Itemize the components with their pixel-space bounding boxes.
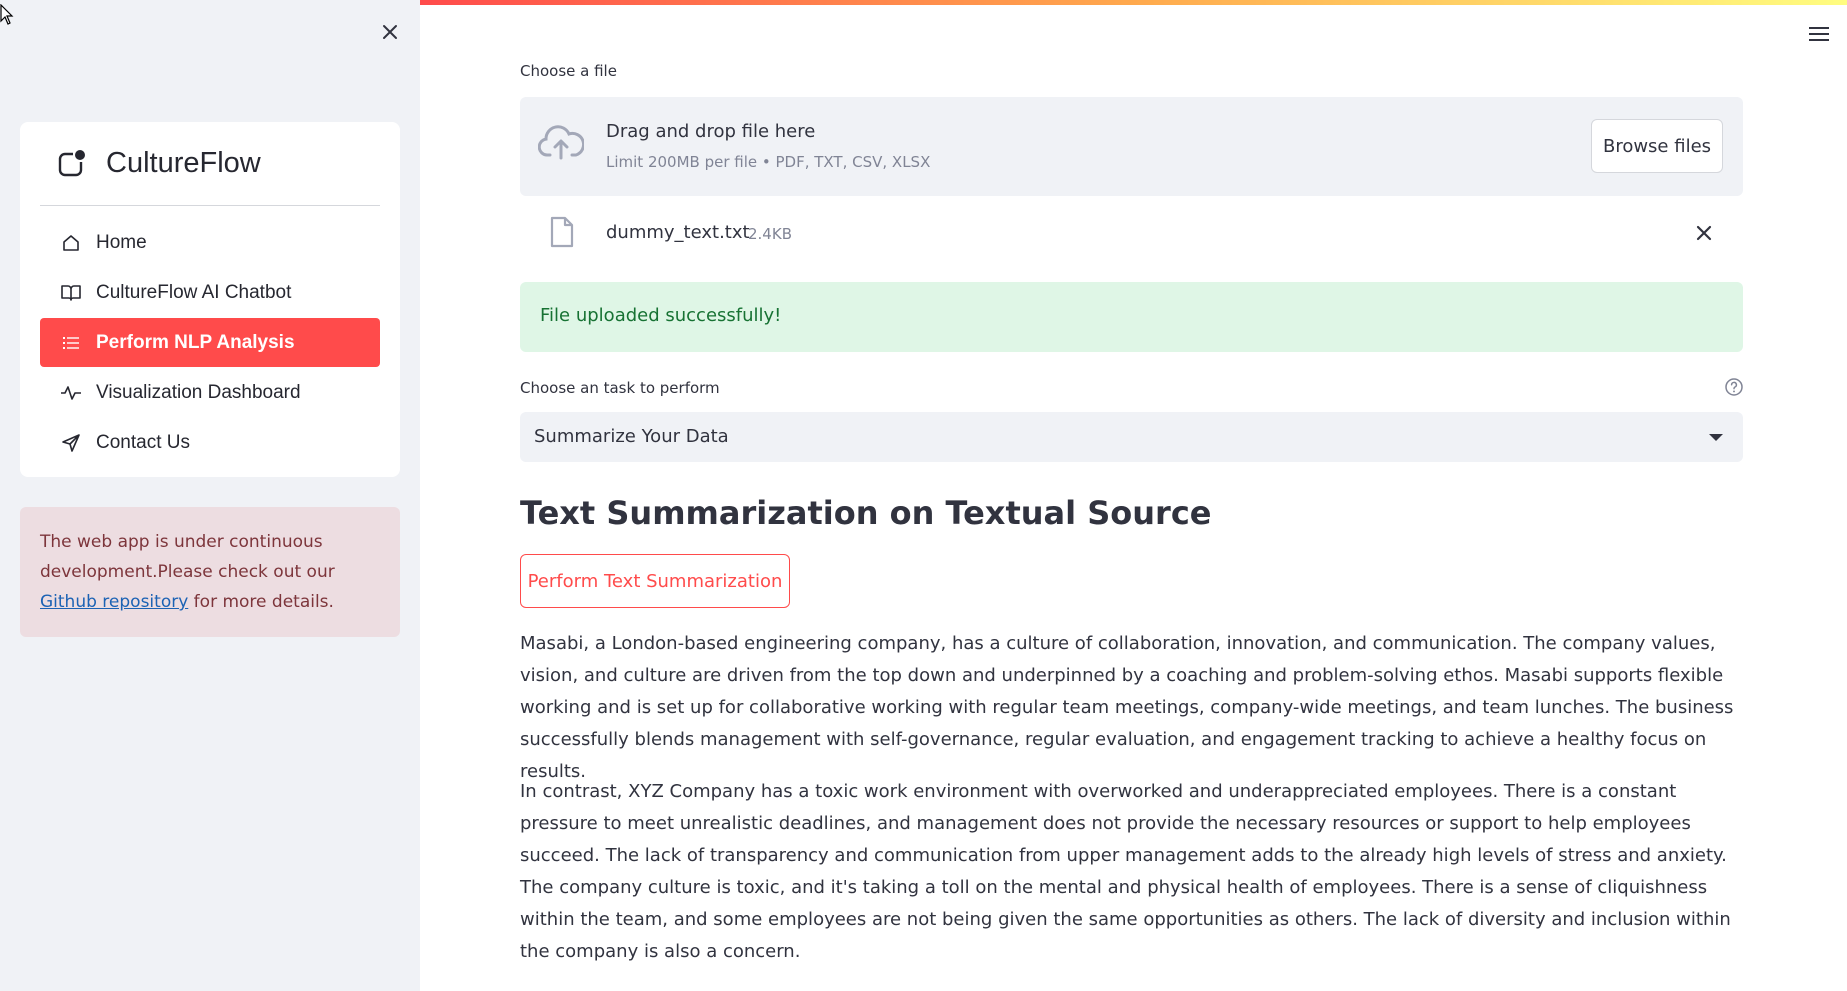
browse-files-button[interactable]: Browse files: [1591, 119, 1723, 173]
sidebar-item-chatbot[interactable]: CultureFlow AI Chatbot: [40, 268, 380, 317]
dropzone-title: Drag and drop file here: [606, 121, 816, 142]
list-icon: [60, 332, 82, 354]
home-icon: [60, 232, 82, 254]
sidebar-item-label: Perform NLP Analysis: [96, 331, 295, 353]
main-menu-button[interactable]: [1807, 24, 1831, 44]
sidebar-item-home[interactable]: Home: [40, 218, 380, 267]
sidebar: CultureFlow Home CultureFlow AI Chatbot …: [0, 0, 420, 991]
book-icon: [60, 282, 82, 304]
header-decoration-bar: [420, 0, 1847, 5]
notice-text-after: for more details.: [188, 592, 334, 612]
uploaded-file-row: dummy_text.txt 2.4KB: [520, 210, 1743, 256]
source-paragraph-2: In contrast, XYZ Company has a toxic wor…: [520, 781, 1731, 962]
send-icon: [60, 432, 82, 454]
help-icon[interactable]: [1724, 377, 1744, 397]
task-select[interactable]: Summarize Your Data: [520, 412, 1743, 462]
notice-text-before: The web app is under continuous developm…: [40, 532, 335, 582]
cloud-upload-icon: [538, 125, 584, 160]
section-title: Text Summarization on Textual Source: [520, 494, 1212, 532]
sidebar-item-label: Contact Us: [96, 431, 190, 453]
task-select-value: Summarize Your Data: [534, 426, 729, 447]
brand-title: CultureFlow: [106, 147, 261, 179]
success-alert: File uploaded successfully!: [520, 282, 1743, 352]
uploaded-file-size: 2.4KB: [748, 225, 792, 243]
uploaded-file-name: dummy_text.txt: [606, 222, 750, 243]
sidebar-item-label: Visualization Dashboard: [96, 381, 301, 403]
sidebar-item-label: Home: [96, 231, 147, 253]
remove-file-icon[interactable]: [1692, 221, 1716, 245]
dropzone-limit: Limit 200MB per file • PDF, TXT, CSV, XL…: [606, 153, 931, 171]
sidebar-item-contact[interactable]: Contact Us: [40, 418, 380, 467]
task-select-label: Choose an task to perform: [520, 379, 720, 397]
chevron-down-icon: [1709, 434, 1723, 441]
nav-menu: CultureFlow Home CultureFlow AI Chatbot …: [20, 122, 400, 477]
source-paragraph-1: Masabi, a London-based engineering compa…: [520, 633, 1734, 782]
sidebar-item-nlp-analysis[interactable]: Perform NLP Analysis: [40, 318, 380, 367]
file-uploader-label: Choose a file: [520, 62, 617, 80]
brand: CultureFlow: [40, 122, 380, 206]
mouse-cursor-icon: [0, 4, 14, 25]
app-indicator-icon: [58, 149, 85, 176]
hamburger-menu-icon: [1809, 27, 1829, 41]
info-notice: The web app is under continuous developm…: [20, 507, 400, 637]
file-icon: [550, 216, 574, 248]
activity-icon: [60, 382, 82, 404]
github-repository-link[interactable]: Github repository: [40, 592, 188, 612]
sidebar-item-label: CultureFlow AI Chatbot: [96, 281, 292, 303]
sidebar-item-visualization[interactable]: Visualization Dashboard: [40, 368, 380, 417]
close-icon: [383, 25, 397, 39]
perform-summarization-button[interactable]: Perform Text Summarization: [520, 554, 790, 608]
next-section-heading-clipped: [520, 970, 1120, 991]
sidebar-close-button[interactable]: [376, 18, 404, 46]
file-dropzone[interactable]: Drag and drop file here Limit 200MB per …: [520, 97, 1743, 196]
